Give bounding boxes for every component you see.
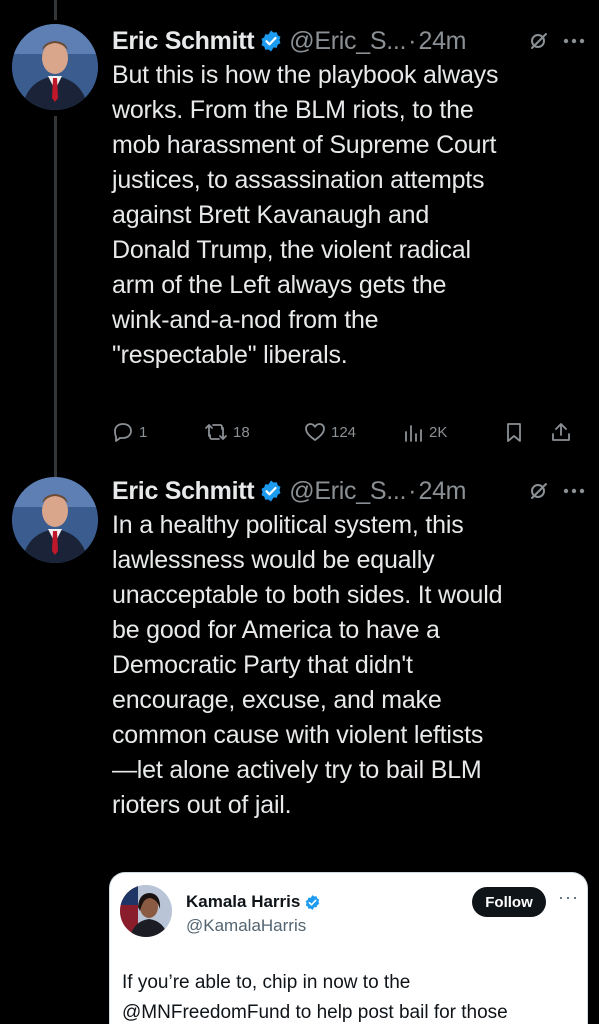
tweet-time[interactable]: 24m — [418, 477, 466, 506]
bookmark-button[interactable] — [504, 421, 550, 443]
quoted-tweet[interactable]: Kamala Harris @KamalaHarris Follow ··· I… — [109, 872, 588, 1024]
views-count: 2K — [429, 423, 448, 441]
more-icon[interactable]: ··· — [558, 887, 579, 908]
verified-badge-icon — [261, 30, 281, 52]
share-icon — [552, 423, 570, 441]
quoted-author-handle[interactable]: @KamalaHarris — [186, 916, 306, 936]
grok-icon[interactable] — [529, 481, 549, 501]
verified-badge-icon — [261, 480, 281, 502]
thread-line-top — [54, 0, 57, 20]
author-avatar[interactable] — [12, 477, 98, 563]
share-button[interactable] — [550, 421, 572, 443]
verified-badge-icon — [306, 894, 320, 910]
views-button[interactable]: 2K — [402, 421, 504, 443]
quoted-author-avatar[interactable] — [120, 885, 172, 937]
quoted-tweet-text: If you’re able to, chip in now to the @M… — [122, 972, 508, 1023]
repost-button[interactable]: 18 — [204, 421, 304, 443]
reply-count: 1 — [139, 423, 148, 441]
quoted-author-name[interactable]: Kamala Harris — [186, 892, 300, 912]
repost-count: 18 — [233, 423, 250, 441]
author-avatar[interactable] — [12, 24, 98, 110]
reply-icon — [114, 423, 132, 442]
like-count: 124 — [331, 423, 357, 441]
tweet-header: Eric Schmitt @Eric_S... · 24m — [112, 474, 585, 508]
views-icon — [405, 425, 422, 442]
avatar-image — [12, 477, 98, 563]
like-button[interactable]: 124 — [304, 421, 402, 443]
author-handle[interactable]: @Eric_S... — [289, 477, 406, 506]
tweet-text: But this is how the playbook always work… — [112, 61, 499, 369]
more-icon[interactable] — [563, 487, 585, 495]
author-handle[interactable]: @Eric_S... — [289, 27, 406, 56]
tweet-actions: 1 18 124 2K — [112, 418, 585, 446]
bookmark-icon — [507, 423, 521, 442]
reply-button[interactable]: 1 — [112, 421, 204, 443]
tweet-time[interactable]: 24m — [418, 27, 466, 56]
follow-button[interactable]: Follow — [472, 887, 546, 917]
tweet-header: Eric Schmitt @Eric_S... · 24m — [112, 24, 585, 58]
header-separator: · — [408, 26, 417, 55]
avatar-image — [120, 885, 172, 937]
tweet[interactable]: Eric Schmitt @Eric_S... · 24m — [0, 24, 599, 464]
thread-view: Eric Schmitt @Eric_S... · 24m But this i… — [0, 0, 599, 1024]
tweet-text: In a healthy political system, this lawl… — [112, 511, 503, 819]
grok-icon[interactable] — [529, 31, 549, 51]
header-separator: · — [408, 476, 417, 505]
more-icon[interactable] — [563, 37, 585, 45]
author-name[interactable]: Eric Schmitt — [112, 477, 255, 506]
avatar-image — [12, 24, 98, 110]
heart-icon — [305, 423, 325, 441]
author-name[interactable]: Eric Schmitt — [112, 27, 255, 56]
quoted-author-name-row: Kamala Harris — [186, 892, 321, 912]
repost-icon — [205, 424, 227, 440]
